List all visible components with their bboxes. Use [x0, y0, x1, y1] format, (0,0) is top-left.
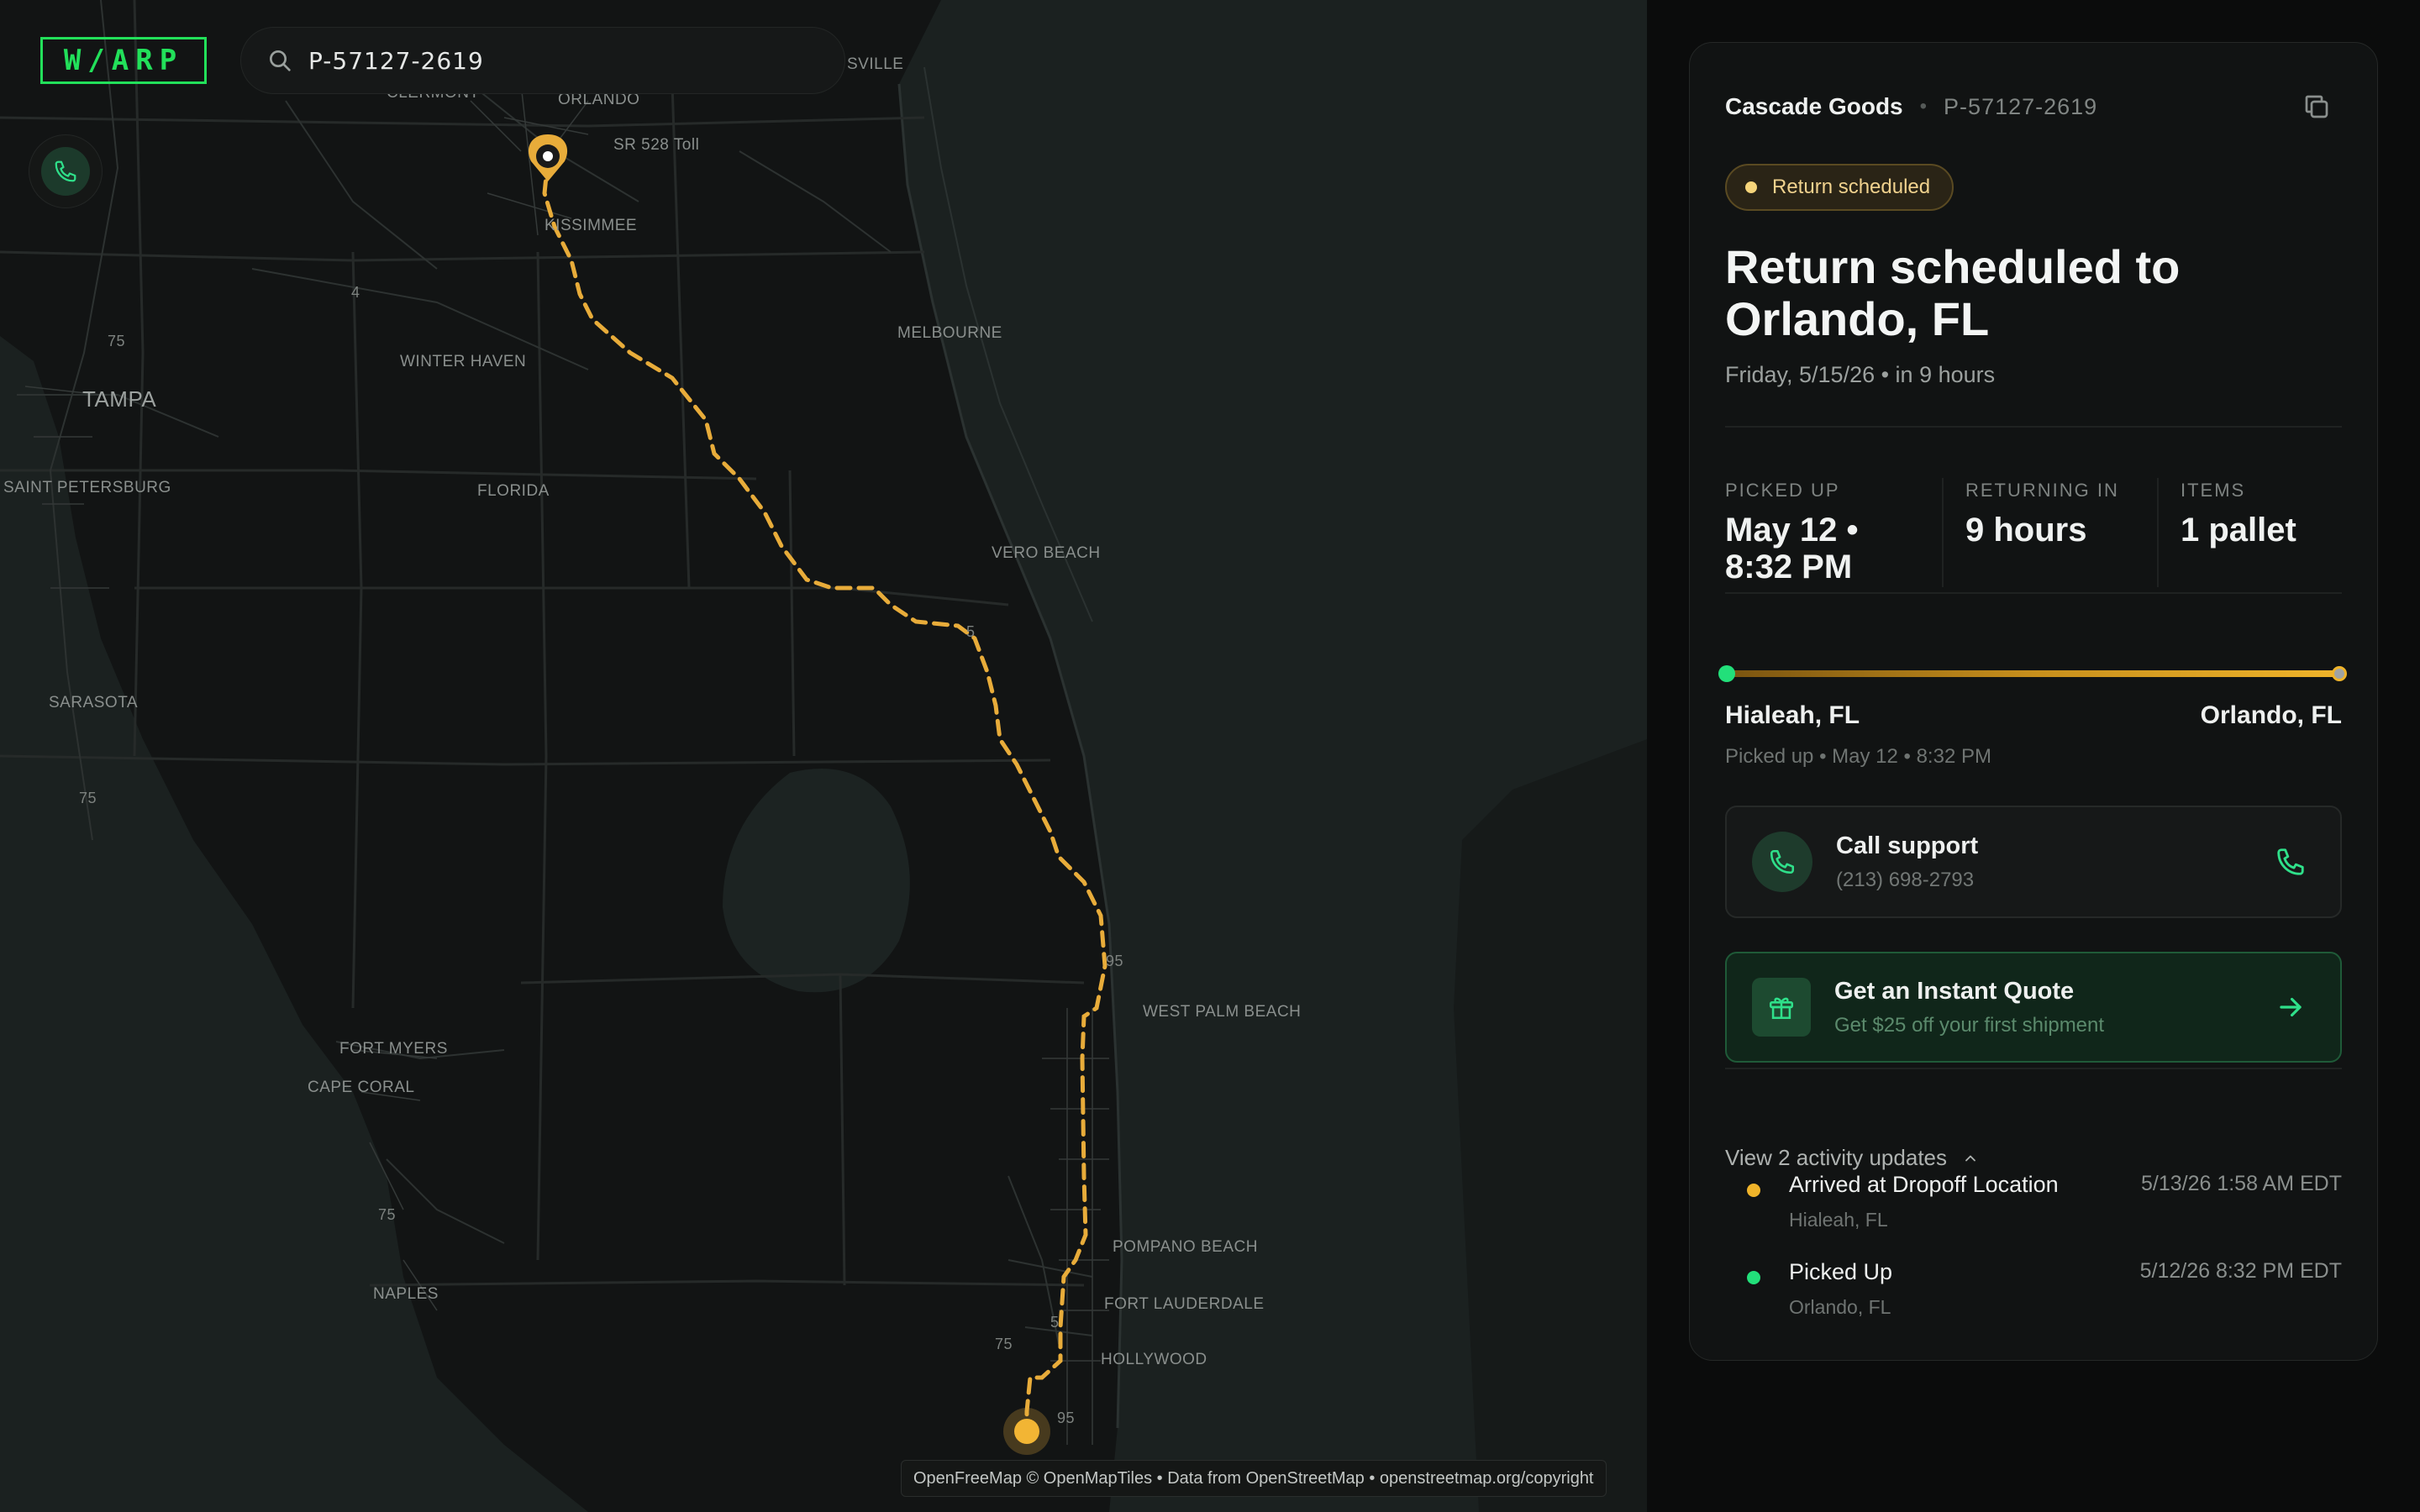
map-label-route-95: 95	[1106, 953, 1124, 969]
map-label-saint-petersburg: SAINT PETERSBURG	[3, 479, 171, 496]
activity-toggle[interactable]: View 2 activity updates	[1725, 1145, 1979, 1171]
activity-status-dot	[1747, 1271, 1760, 1284]
progress-start-dot	[1718, 665, 1735, 682]
support-phone-badge	[1752, 832, 1812, 892]
shipment-title: Return scheduled to Orlando, FL	[1725, 240, 2181, 345]
divider	[1725, 426, 2342, 428]
map-label-route-75: 75	[79, 790, 97, 806]
activity-toggle-label: View 2 activity updates	[1725, 1145, 1947, 1170]
support-phone: (213) 698-2793	[1836, 868, 1975, 891]
call-support-card[interactable]: Call support (213) 698-2793	[1725, 806, 2342, 918]
status-badge-label: Return scheduled	[1772, 176, 1931, 198]
stat-returning-in: RETURNING IN 9 hours	[1965, 454, 2157, 597]
activity-name: Arrived at Dropoff Location	[1789, 1172, 2059, 1197]
map-label-kissimmee: KISSIMMEE	[544, 217, 638, 234]
map-attribution[interactable]: OpenFreeMap © OpenMapTiles • Data from O…	[901, 1460, 1607, 1497]
stat-value: 9 hours	[1965, 512, 2087, 549]
map-label-route-75: 75	[995, 1336, 1013, 1352]
map-label-winter-haven: WINTER HAVEN	[400, 353, 527, 370]
map-label-cape-coral: CAPE CORAL	[308, 1079, 415, 1096]
shipment-id: P-57127-2619	[1944, 93, 2098, 119]
phone-icon	[1770, 849, 1795, 874]
quote-title: Get an Instant Quote	[1834, 977, 2075, 1005]
divider	[1725, 592, 2342, 594]
support-title: Call support	[1836, 832, 1979, 859]
map-label-route-95: 95	[1057, 1410, 1076, 1426]
stat-items: ITEMS 1 pallet	[2181, 454, 2313, 597]
activity-time: 5/12/26 8:32 PM EDT	[2139, 1259, 2342, 1283]
activity-item: Arrived at Dropoff Location Hialeah, FL …	[1725, 1168, 2342, 1236]
quote-subtitle: Get $25 off your first shipment	[1834, 1013, 2105, 1037]
header-separator: •	[1919, 95, 1928, 118]
current-location-marker[interactable]	[1003, 1408, 1050, 1455]
map-label-route-5: 5	[966, 623, 976, 640]
map-label-sr528: SR 528 Toll	[613, 136, 700, 154]
origin-city: Hialeah, FL	[1725, 701, 1860, 729]
map-view[interactable]: CLERMONT ORLANDO SR 528 Toll SVILLE KISS…	[0, 0, 1647, 1512]
origin-pickup-time: Picked up • May 12 • 8:32 PM	[1725, 745, 1991, 768]
stat-label: RETURNING IN	[1965, 480, 2119, 501]
divider	[1725, 1068, 2342, 1069]
map-label-route-75: 75	[378, 1206, 397, 1223]
chevron-up-icon	[1965, 1155, 1975, 1161]
map-label-pompano-beach: POMPANO BEACH	[1113, 1238, 1258, 1256]
map-label-fort-lauderdale: FORT LAUDERDALE	[1104, 1295, 1265, 1313]
phone-icon[interactable]	[2275, 846, 2307, 878]
stat-label: PICKED UP	[1725, 480, 1840, 501]
stat-divider	[2157, 478, 2159, 587]
map-label-florida: FLORIDA	[477, 482, 550, 500]
shipment-stats: PICKED UP May 12 • 8:32 PM RETURNING IN …	[1725, 454, 2342, 597]
map-label-west-palm-beach: WEST PALM BEACH	[1143, 1003, 1302, 1021]
status-badge: Return scheduled	[1725, 164, 1954, 211]
copy-icon[interactable]	[2302, 92, 2332, 122]
map-label-route-5: 5	[1050, 1314, 1060, 1331]
shipment-panel: Cascade Goods • P-57127-2619 Return sche…	[1689, 42, 2378, 1361]
map-label-vero-beach: VERO BEACH	[992, 544, 1101, 562]
map-label-sarasota: SARASOTA	[49, 694, 139, 711]
activity-item: Picked Up Orlando, FL 5/12/26 8:32 PM ED…	[1725, 1256, 2342, 1323]
arrow-right-icon[interactable]	[2275, 991, 2307, 1023]
stat-divider	[1942, 478, 1944, 587]
search-icon	[270, 50, 291, 71]
route-progress-bar	[1718, 665, 2347, 682]
map-label-route-4: 4	[351, 284, 360, 301]
activity-location: Orlando, FL	[1789, 1296, 1891, 1318]
warp-logo[interactable]: W/ARP	[40, 37, 207, 84]
map-call-button[interactable]	[29, 134, 103, 208]
destination-marker[interactable]	[528, 134, 568, 181]
map-label-hollywood: HOLLYWOOD	[1101, 1351, 1207, 1368]
progress-end-dot	[2332, 666, 2347, 681]
map-label-naples: NAPLES	[373, 1285, 439, 1303]
gift-badge	[1752, 978, 1811, 1037]
stat-value: 1 pallet	[2181, 512, 2296, 549]
map-label-melbourne: MELBOURNE	[897, 324, 1002, 342]
instant-quote-card[interactable]: Get an Instant Quote Get $25 off your fi…	[1725, 952, 2342, 1063]
activity-time: 5/13/26 1:58 AM EDT	[2140, 1172, 2342, 1195]
progress-fill	[1725, 670, 2342, 677]
stat-value: May 12 • 8:32 PM	[1725, 512, 1859, 585]
map-label-fort-myers: FORT MYERS	[339, 1040, 448, 1058]
destination-city: Orlando, FL	[2200, 701, 2342, 729]
map-label-route-75: 75	[108, 333, 126, 349]
search-bar[interactable]	[240, 27, 845, 94]
phone-icon	[55, 160, 76, 182]
shipment-header: Cascade Goods • P-57127-2619	[1725, 90, 2342, 123]
gift-icon	[1769, 997, 1794, 1020]
map-label-sville: SVILLE	[847, 55, 904, 73]
activity-name: Picked Up	[1789, 1259, 1893, 1284]
map-label-tampa: TAMPA	[82, 386, 157, 412]
stat-picked-up: PICKED UP May 12 • 8:32 PM	[1725, 454, 1942, 597]
company-name: Cascade Goods	[1725, 93, 1903, 119]
activity-status-dot	[1747, 1184, 1760, 1197]
activity-location: Hialeah, FL	[1789, 1209, 1888, 1231]
status-dot	[1745, 181, 1757, 193]
search-input[interactable]	[308, 46, 813, 75]
map-base	[0, 0, 1647, 1512]
shipment-subtitle: Friday, 5/15/26 • in 9 hours	[1725, 362, 1996, 387]
stat-label: ITEMS	[2181, 480, 2246, 501]
